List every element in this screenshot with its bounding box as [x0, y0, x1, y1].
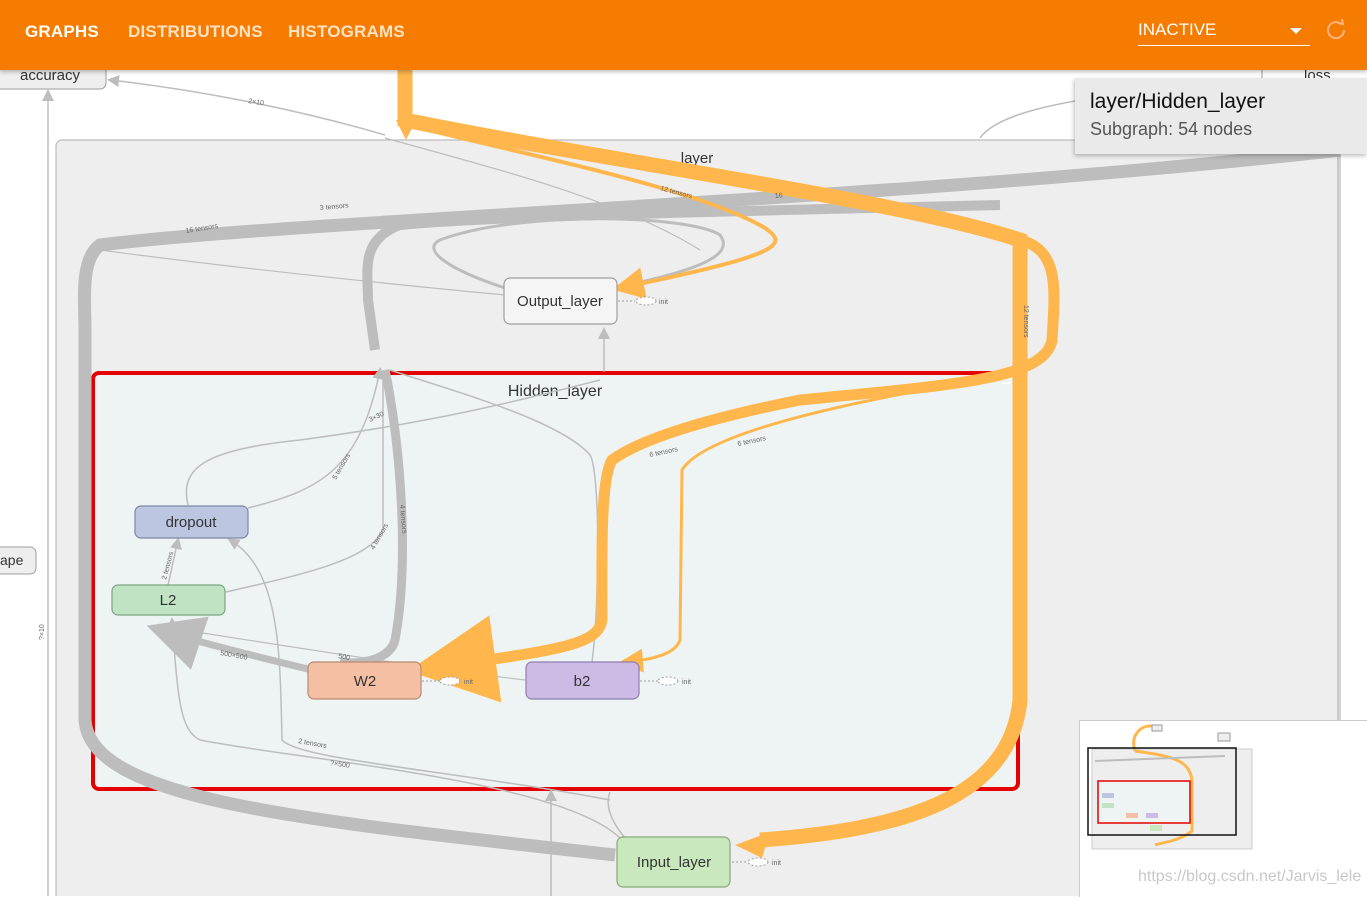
- top-toolbar: GRAPHS DISTRIBUTIONS HISTOGRAMS INACTIVE: [0, 0, 1367, 70]
- node-output-layer-label: Output_layer: [517, 293, 603, 310]
- node-w2-init-label: init: [464, 679, 473, 686]
- node-input-init-label: init: [772, 860, 781, 867]
- edge-label: 12 tensors: [1022, 305, 1029, 338]
- hidden-layer-group[interactable]: [91, 371, 1020, 791]
- node-input-layer[interactable]: Input_layer: [616, 836, 731, 888]
- node-shape[interactable]: ape: [0, 546, 37, 575]
- edge-label: ?×10: [39, 624, 46, 640]
- tab-graphs[interactable]: GRAPHS: [25, 22, 99, 42]
- watermark: https://blog.csdn.net/Jarvis_lele: [1138, 868, 1362, 885]
- refresh-icon[interactable]: [1324, 18, 1348, 42]
- node-l2-label: L2: [160, 592, 177, 609]
- node-input-layer-label: Input_layer: [637, 854, 711, 871]
- edge-12-tensors-head: [396, 120, 416, 140]
- node-b2-label: b2: [574, 673, 591, 690]
- edge-accuracy-in: [107, 75, 386, 136]
- node-dropout-label: dropout: [166, 514, 218, 531]
- info-card-title: layer/Hidden_layer: [1090, 90, 1266, 113]
- node-output-layer[interactable]: Output_layer: [503, 277, 618, 325]
- node-b2[interactable]: b2: [525, 661, 640, 700]
- tab-histograms[interactable]: HISTOGRAMS: [288, 22, 405, 42]
- node-b2-init-label: init: [682, 679, 691, 686]
- node-output-init-label: init: [659, 299, 668, 306]
- chevron-down-icon: [1290, 28, 1302, 34]
- run-selector-dropdown[interactable]: INACTIVE: [1138, 20, 1310, 46]
- node-l2[interactable]: L2: [111, 584, 226, 616]
- tab-distributions[interactable]: DISTRIBUTIONS: [128, 22, 263, 42]
- edge-label: 2×10: [248, 98, 265, 107]
- node-shape-label: ape: [0, 552, 24, 568]
- info-card-subtitle: Subgraph: 54 nodes: [1090, 119, 1253, 139]
- node-w2-label: W2: [354, 673, 377, 690]
- node-dropout[interactable]: dropout: [134, 505, 249, 539]
- run-selector-value: INACTIVE: [1138, 20, 1217, 39]
- node-w2[interactable]: W2: [307, 661, 422, 700]
- edge-label: 16: [775, 192, 783, 200]
- node-info-card: layer/Hidden_layer Subgraph: 54 nodes: [1075, 78, 1367, 154]
